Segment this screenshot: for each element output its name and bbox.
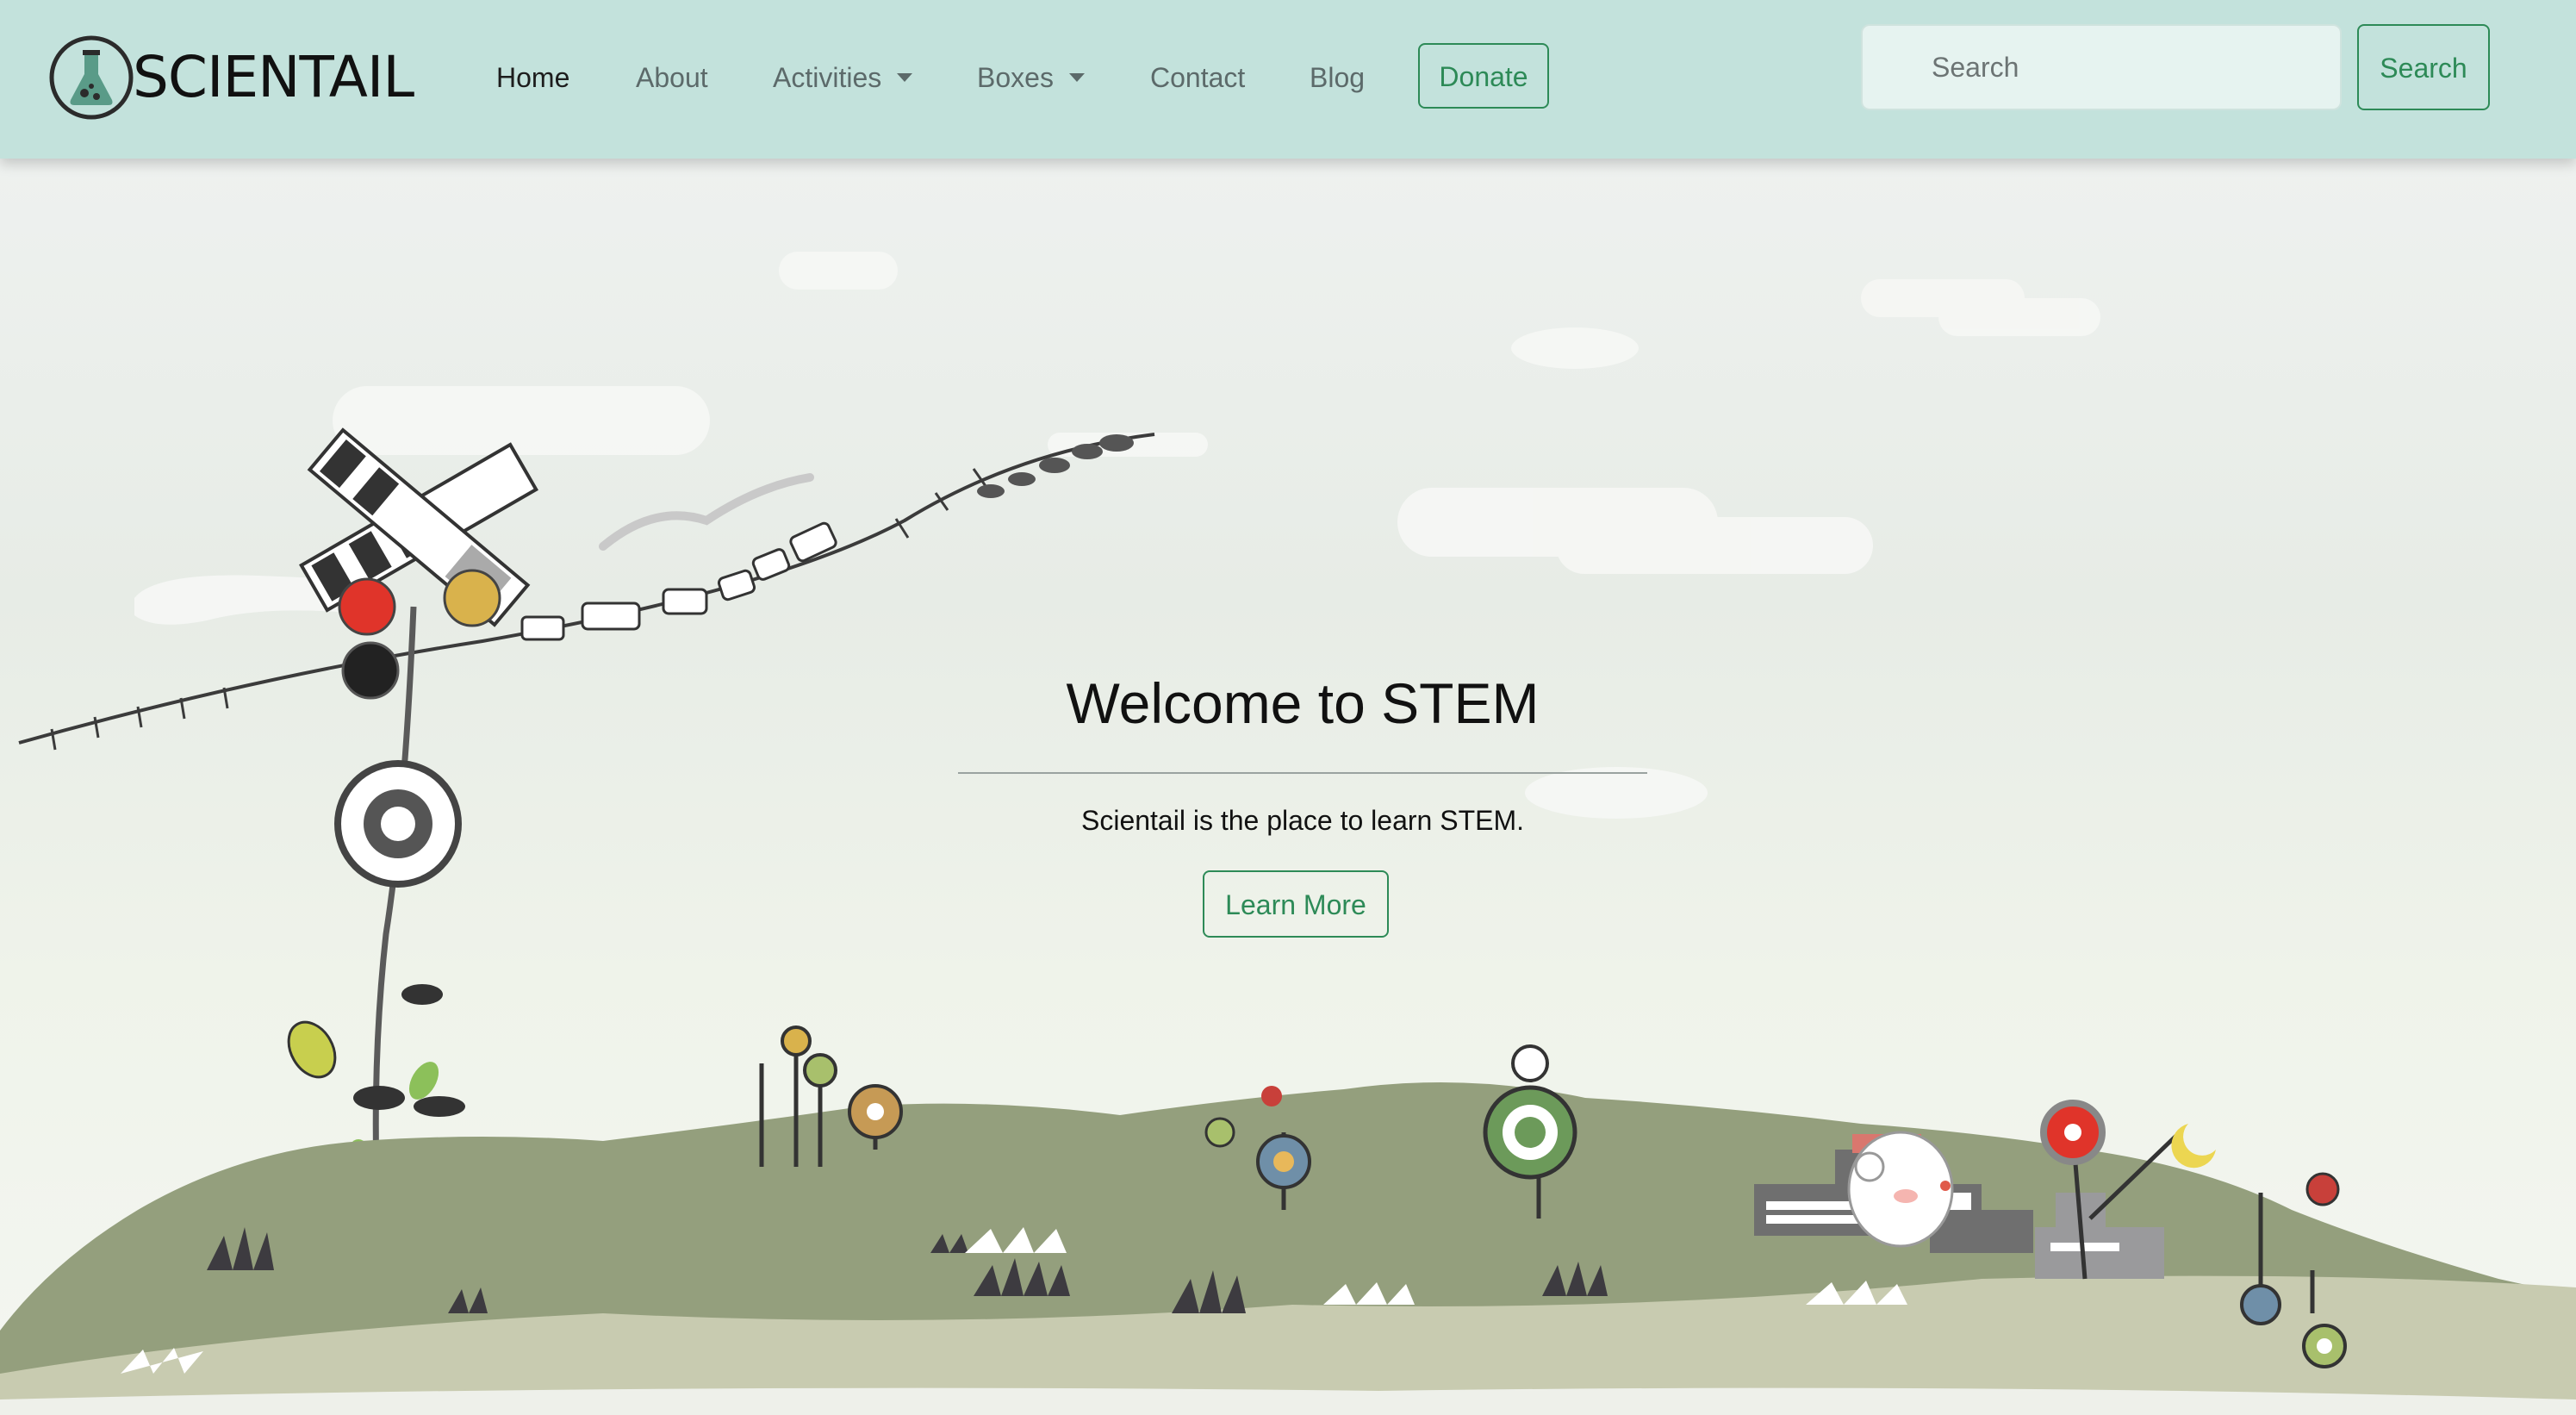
hero-divider xyxy=(958,772,1647,774)
hero-title: Welcome to STEM xyxy=(1066,671,1540,735)
search-input[interactable] xyxy=(1861,24,2342,110)
nav-link-boxes[interactable]: Boxes xyxy=(977,57,1085,98)
nav-link-activities[interactable]: Activities xyxy=(773,57,913,98)
donate-button[interactable]: Donate xyxy=(1418,43,1549,109)
nav-link-activities-label: Activities xyxy=(773,62,882,93)
hero-section: Welcome to STEM Scientail is the place t… xyxy=(0,159,2576,1415)
chevron-down-icon xyxy=(1068,72,1085,82)
nav-link-blog[interactable]: Blog xyxy=(1310,57,1365,98)
nav-link-home[interactable]: Home xyxy=(496,57,569,98)
navbar: SCIENTAIL Home About Activities Boxes Co… xyxy=(0,0,2576,159)
nav-link-boxes-label: Boxes xyxy=(977,62,1054,93)
brand-link[interactable]: SCIENTAIL xyxy=(48,33,414,122)
hero-subtitle: Scientail is the place to learn STEM. xyxy=(1080,805,1524,836)
learn-more-button[interactable]: Learn More xyxy=(1203,870,1389,938)
landscape-illustration xyxy=(0,252,2576,1415)
nav-link-contact[interactable]: Contact xyxy=(1150,57,1245,98)
chevron-down-icon xyxy=(897,72,913,82)
flask-logo-icon xyxy=(49,35,134,120)
search-button[interactable]: Search xyxy=(2357,24,2490,110)
brand-name: SCIENTAIL xyxy=(133,44,414,110)
nav-link-about[interactable]: About xyxy=(636,57,708,98)
